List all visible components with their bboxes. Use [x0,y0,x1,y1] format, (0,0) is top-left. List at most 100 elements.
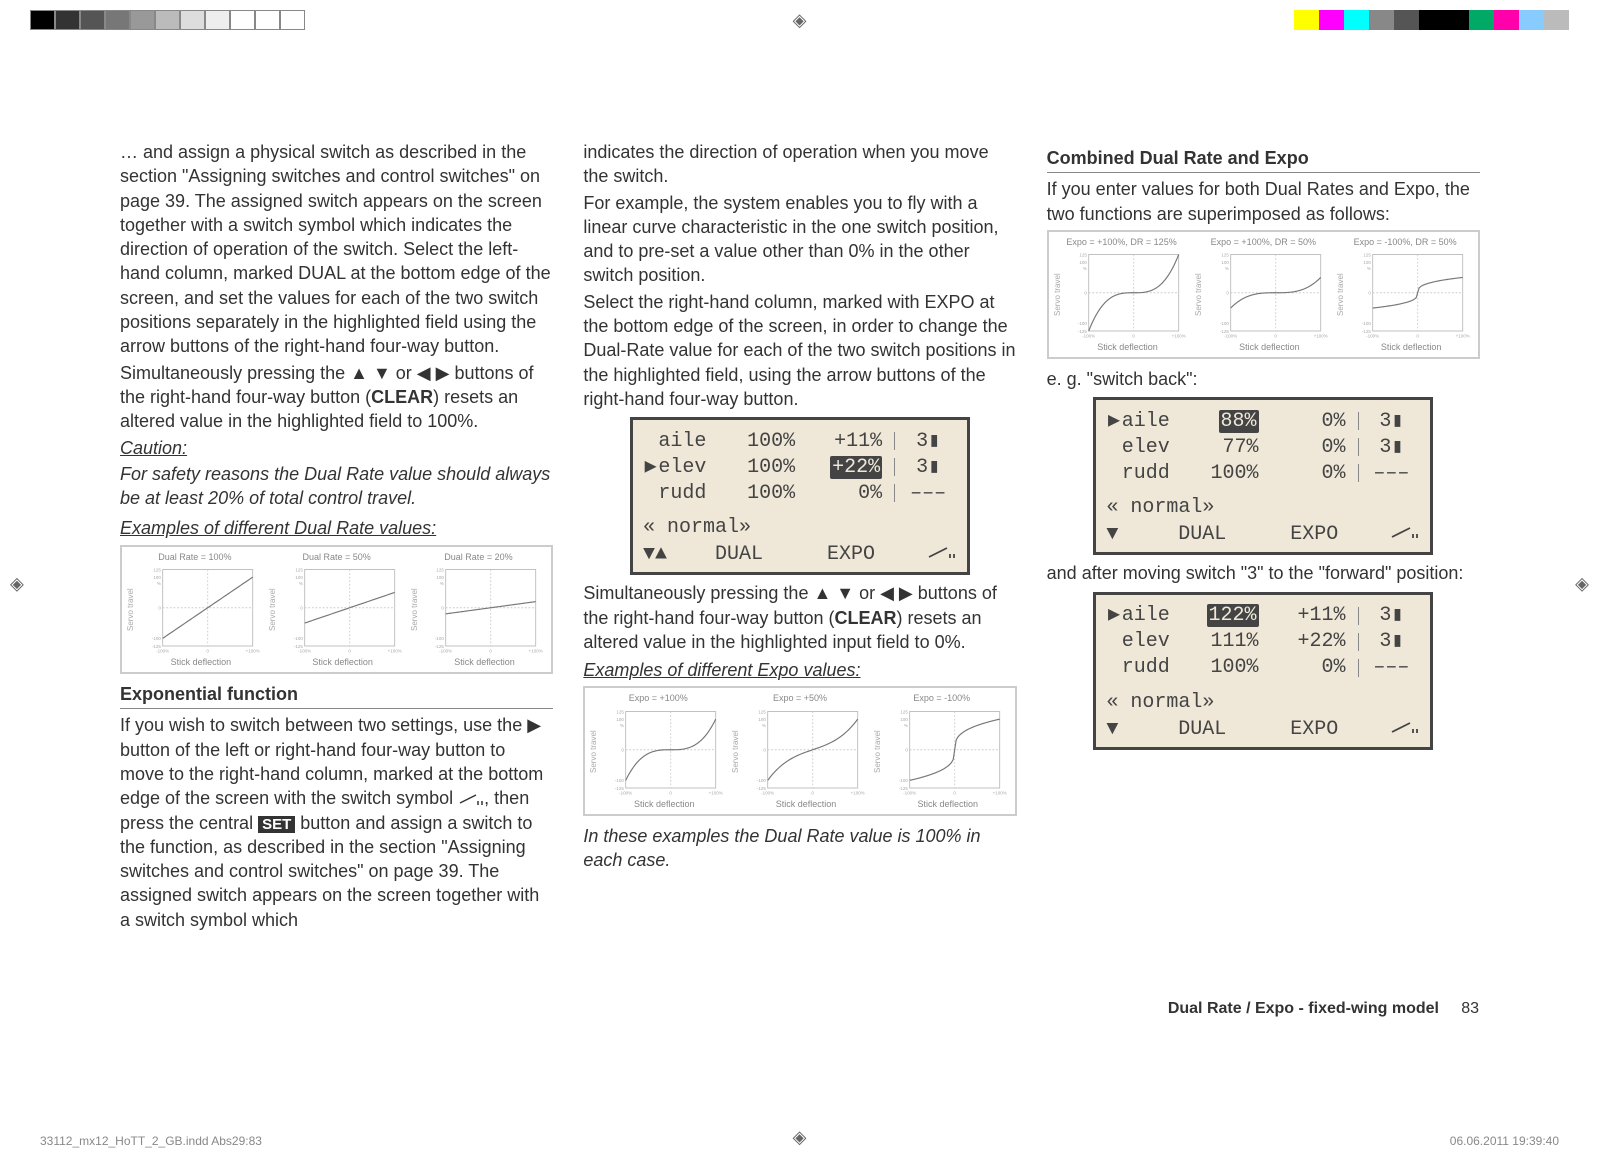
registration-mark-right: ◈ [1575,574,1589,595]
svg-text:125: 125 [758,709,766,714]
caution-body: For safety reasons the Dual Rate value s… [120,462,553,511]
color-bar-right [1294,10,1569,30]
svg-text:0: 0 [905,747,908,752]
svg-text:%: % [1083,266,1087,271]
svg-text:0: 0 [953,790,956,795]
svg-text:125: 125 [617,709,625,714]
svg-text:%: % [1367,266,1371,271]
chart-cell: Expo = +100%Servo travel1251000-100-125%… [589,692,727,809]
svg-text:0: 0 [348,648,351,653]
svg-text:-100%: -100% [619,790,632,795]
expo-examples-heading: Examples of different Expo values: [583,658,1016,682]
svg-text:+100%: +100% [1314,333,1328,338]
svg-text:-100%: -100% [156,648,169,653]
page-footer: Dual Rate / Expo - fixed-wing model 83 [1168,1000,1479,1018]
lcd-row: aile100%+11%3▮ [633,428,967,454]
svg-text:-100: -100 [1078,321,1088,326]
svg-text:0: 0 [490,648,493,653]
chart-cell: Dual Rate = 20%Servo travel1251000-100-1… [410,551,548,668]
combined-heading: Combined Dual Rate and Expo [1047,146,1480,173]
expo-graphs: Expo = +100%Servo travel1251000-100-125%… [583,686,1016,815]
svg-text:125: 125 [437,567,445,572]
col3-p1: If you enter values for both Dual Rates … [1047,177,1480,226]
col1-paragraph-2: Simultaneously pressing the ▲ ▼ or ◀ ▶ b… [120,361,553,434]
svg-text:0: 0 [811,790,814,795]
set-button-label: SET [258,816,295,833]
svg-text:100: 100 [1080,260,1088,265]
svg-text:0: 0 [158,605,161,610]
col3-eg: e. g. "switch back": [1047,367,1480,391]
column-3: Combined Dual Rate and Expo If you enter… [1047,140,1480,934]
svg-text:125: 125 [295,567,303,572]
svg-text:100: 100 [437,575,445,580]
chart-cell: Expo = +50%Servo travel1251000-100-125%-… [731,692,869,809]
chart-cell: Expo = -100%Servo travel1251000-100-125%… [873,692,1011,809]
svg-text:0: 0 [1275,333,1278,338]
svg-text:-100%: -100% [1083,333,1096,338]
svg-text:%: % [620,722,624,727]
col2-p1: indicates the direction of operation whe… [583,140,1016,189]
page-number: 83 [1461,1000,1479,1017]
svg-text:100: 100 [758,717,766,722]
svg-text:-100: -100 [899,778,909,783]
svg-text:+100%: +100% [1456,333,1470,338]
svg-text:-100: -100 [1362,321,1372,326]
lcd-row: elev111%+22%3▮ [1096,629,1430,655]
caution-heading: Caution: [120,436,553,460]
chart-cell: Dual Rate = 100%Servo travel1251000-100-… [126,551,264,668]
svg-text:0: 0 [1227,291,1230,296]
printer-date: 06.06.2011 19:39:40 [1450,1134,1559,1148]
svg-text:-100%: -100% [761,790,774,795]
lcd-row: rudd100%0%––– [1096,460,1430,486]
svg-text:100: 100 [617,717,625,722]
expo-heading: Exponential function [120,682,553,709]
svg-text:-100%: -100% [298,648,311,653]
svg-text:%: % [1225,266,1229,271]
chart-cell: Expo = +100%, DR = 125%Servo travel12510… [1053,236,1191,353]
registration-mark-left: ◈ [10,574,24,595]
lcd-screen-3: ▶aile122%+11%3▮ elev111%+22%3▮ rudd100%0… [1093,592,1433,750]
svg-text:-100: -100 [152,636,162,641]
svg-text:0: 0 [763,747,766,752]
svg-text:%: % [440,581,444,586]
svg-text:%: % [904,722,908,727]
printer-file: 33112_mx12_HoTT_2_GB.indd Abs29:83 [40,1134,262,1148]
svg-text:100: 100 [1222,260,1230,265]
dual-rate-graphs: Dual Rate = 100%Servo travel1251000-100-… [120,545,553,674]
svg-text:0: 0 [1416,333,1419,338]
col3-p-after: and after moving switch "3" to the "forw… [1047,561,1480,585]
expo-caption: In these examples the Dual Rate value is… [583,824,1016,873]
svg-text:100: 100 [900,717,908,722]
svg-text:0: 0 [300,605,303,610]
svg-text:+100%: +100% [851,790,865,795]
svg-text:125: 125 [1080,252,1088,257]
lcd-row: ▶elev100%+22%3▮ [633,454,967,480]
svg-text:+100%: +100% [245,648,259,653]
column-2: indicates the direction of operation whe… [583,140,1016,934]
col2-p4: Simultaneously pressing the ▲ ▼ or ◀ ▶ b… [583,581,1016,654]
svg-text:125: 125 [1363,252,1371,257]
col1-paragraph-1: … and assign a physical switch as descri… [120,140,553,359]
svg-text:125: 125 [1222,252,1230,257]
svg-text:0: 0 [442,605,445,610]
svg-text:-100%: -100% [1224,333,1237,338]
svg-text:%: % [298,581,302,586]
chart-cell: Dual Rate = 50%Servo travel1251000-100-1… [268,551,406,668]
lcd-row: ▶aile88%0%3▮ [1096,408,1430,434]
svg-text:+100%: +100% [992,790,1006,795]
lcd-row: rudd100%0%––– [633,480,967,506]
svg-text:%: % [157,581,161,586]
lcd-row: ▶aile122%+11%3▮ [1096,603,1430,629]
clear-label: CLEAR [371,387,433,407]
chart-cell: Expo = -100%, DR = 50%Servo travel125100… [1336,236,1474,353]
svg-text:0: 0 [206,648,209,653]
svg-text:0: 0 [670,790,673,795]
svg-text:100: 100 [295,575,303,580]
svg-text:-100: -100 [757,778,767,783]
col2-p3: Select the right-hand column, marked wit… [583,290,1016,411]
registration-mark-bottom: ◈ [793,1127,807,1148]
lcd-screen-1: aile100%+11%3▮▶elev100%+22%3▮ rudd100%0%… [630,417,970,575]
footer-title: Dual Rate / Expo - fixed-wing model [1168,1000,1439,1017]
color-bar-left [30,10,305,30]
chart-cell: Expo = +100%, DR = 50%Servo travel125100… [1194,236,1332,353]
